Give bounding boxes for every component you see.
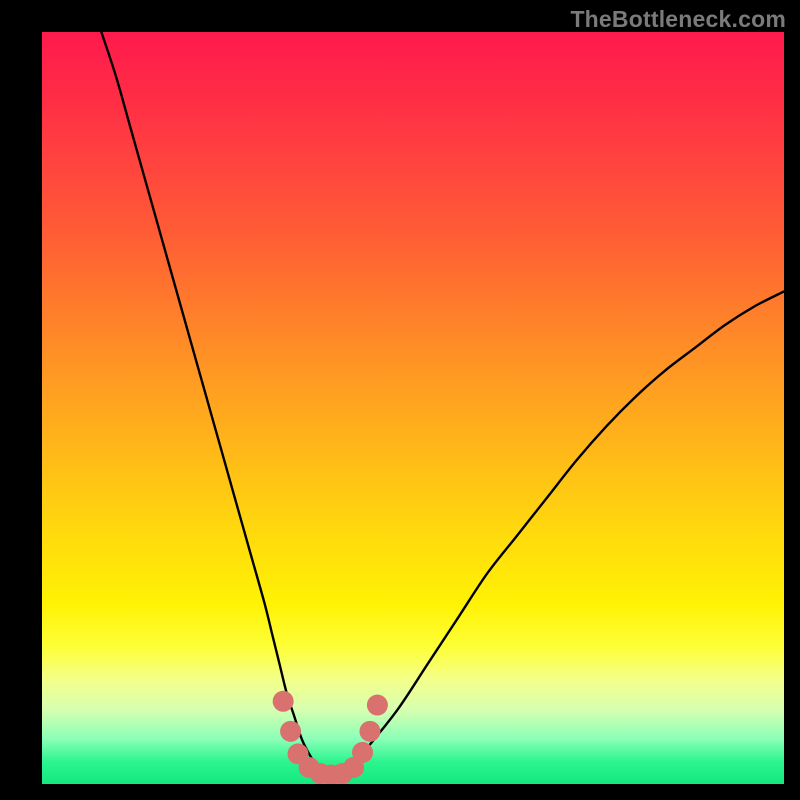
highlight-dot — [352, 742, 373, 763]
chart-svg — [42, 32, 784, 784]
chart-frame: TheBottleneck.com — [0, 0, 800, 800]
bottleneck-curve — [101, 32, 784, 777]
highlight-dot — [280, 721, 301, 742]
highlight-dot — [273, 691, 294, 712]
plot-area — [42, 32, 784, 784]
highlight-dot — [359, 721, 380, 742]
highlight-dot — [367, 695, 388, 716]
watermark-text: TheBottleneck.com — [570, 6, 786, 33]
highlight-dots — [273, 691, 388, 784]
